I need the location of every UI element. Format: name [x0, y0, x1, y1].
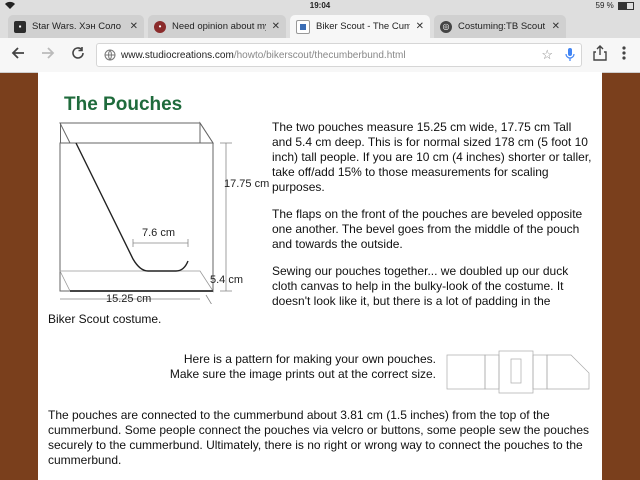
tab-favicon-icon: ◎	[440, 20, 452, 33]
close-tab-icon[interactable]: ✕	[416, 21, 424, 32]
forward-button[interactable]	[38, 45, 58, 65]
share-icon	[593, 45, 607, 61]
menu-button[interactable]	[614, 45, 634, 65]
tab-favicon-icon	[296, 19, 310, 34]
tab-title: Need opinion about my Sc	[172, 21, 266, 32]
battery-status: 59 %	[596, 1, 634, 10]
tab-need-opinion[interactable]: • Need opinion about my Sc ✕	[148, 15, 286, 38]
tab-title: Star Wars. Хэн Соло и га	[32, 21, 124, 32]
url-path: /howto/bikerscout/thecumberbund.html	[233, 50, 406, 61]
bevel-label: 7.6 cm	[142, 227, 175, 239]
url-text: www.studiocreations.com/howto/bikerscout…	[121, 50, 406, 61]
tab-favicon-icon: ▪	[14, 20, 26, 33]
status-bar: 19:04 59 %	[0, 0, 640, 12]
close-tab-icon[interactable]: ✕	[552, 21, 560, 32]
address-bar[interactable]: www.studiocreations.com/howto/bikerscout…	[96, 43, 582, 67]
reload-button[interactable]	[68, 45, 88, 65]
microphone-icon[interactable]	[565, 48, 575, 62]
depth-label: 5.4 cm	[210, 274, 243, 286]
close-tab-icon[interactable]: ✕	[272, 21, 280, 32]
url-host: www.studiocreations.com	[121, 50, 234, 61]
more-vert-icon	[622, 46, 626, 60]
tab-strip: ▪ Star Wars. Хэн Соло и га ✕ • Need opin…	[0, 12, 640, 38]
battery-percent: 59 %	[595, 1, 614, 10]
share-button[interactable]	[590, 45, 610, 65]
tab-star-wars[interactable]: ▪ Star Wars. Хэн Соло и га ✕	[8, 15, 144, 38]
paragraph-sewing-wrap: Biker Scout costume.	[48, 312, 162, 326]
pouch-pattern-image[interactable]	[443, 347, 593, 397]
back-button[interactable]	[8, 45, 28, 65]
tab-title: Costuming:TB Scout troo	[458, 21, 546, 32]
battery-icon	[618, 1, 634, 10]
close-tab-icon[interactable]: ✕	[130, 21, 138, 32]
pattern-caption: Here is a pattern for making your own po…	[169, 352, 436, 381]
bookmark-star-icon[interactable]: ☆	[541, 47, 553, 63]
tab-biker-scout[interactable]: Biker Scout - The Cummer ✕	[290, 15, 430, 38]
paragraph-connection: The pouches are connected to the cummerb…	[48, 408, 589, 467]
paragraph-sewing: Sewing our pouches together... we double…	[272, 264, 569, 308]
globe-icon	[104, 49, 116, 61]
browser-toolbar: www.studiocreations.com/howto/bikerscout…	[0, 38, 640, 73]
tab-title: Biker Scout - The Cummer	[316, 21, 410, 32]
reload-icon	[72, 47, 84, 59]
pouch-diagram: 17.75 cm 7.6 cm 5.4 cm 15.25 cm	[59, 121, 269, 304]
tab-costuming[interactable]: ◎ Costuming:TB Scout troo ✕	[434, 15, 566, 38]
paragraph-flaps: The flaps on the front of the pouches ar…	[272, 207, 583, 251]
tab-favicon-icon: •	[154, 20, 166, 33]
page-heading: The Pouches	[64, 94, 183, 115]
height-label: 17.75 cm	[224, 178, 269, 190]
page-content: The Pouches 17.75 cm 7.6 cm 5.4 cm 15.25…	[38, 72, 602, 480]
arrow-right-icon	[42, 47, 55, 59]
status-time: 19:04	[309, 1, 331, 10]
paragraph-dimensions: The two pouches measure 15.25 cm wide, 1…	[272, 120, 592, 194]
width-label: 15.25 cm	[106, 293, 151, 304]
arrow-left-icon	[11, 47, 24, 59]
